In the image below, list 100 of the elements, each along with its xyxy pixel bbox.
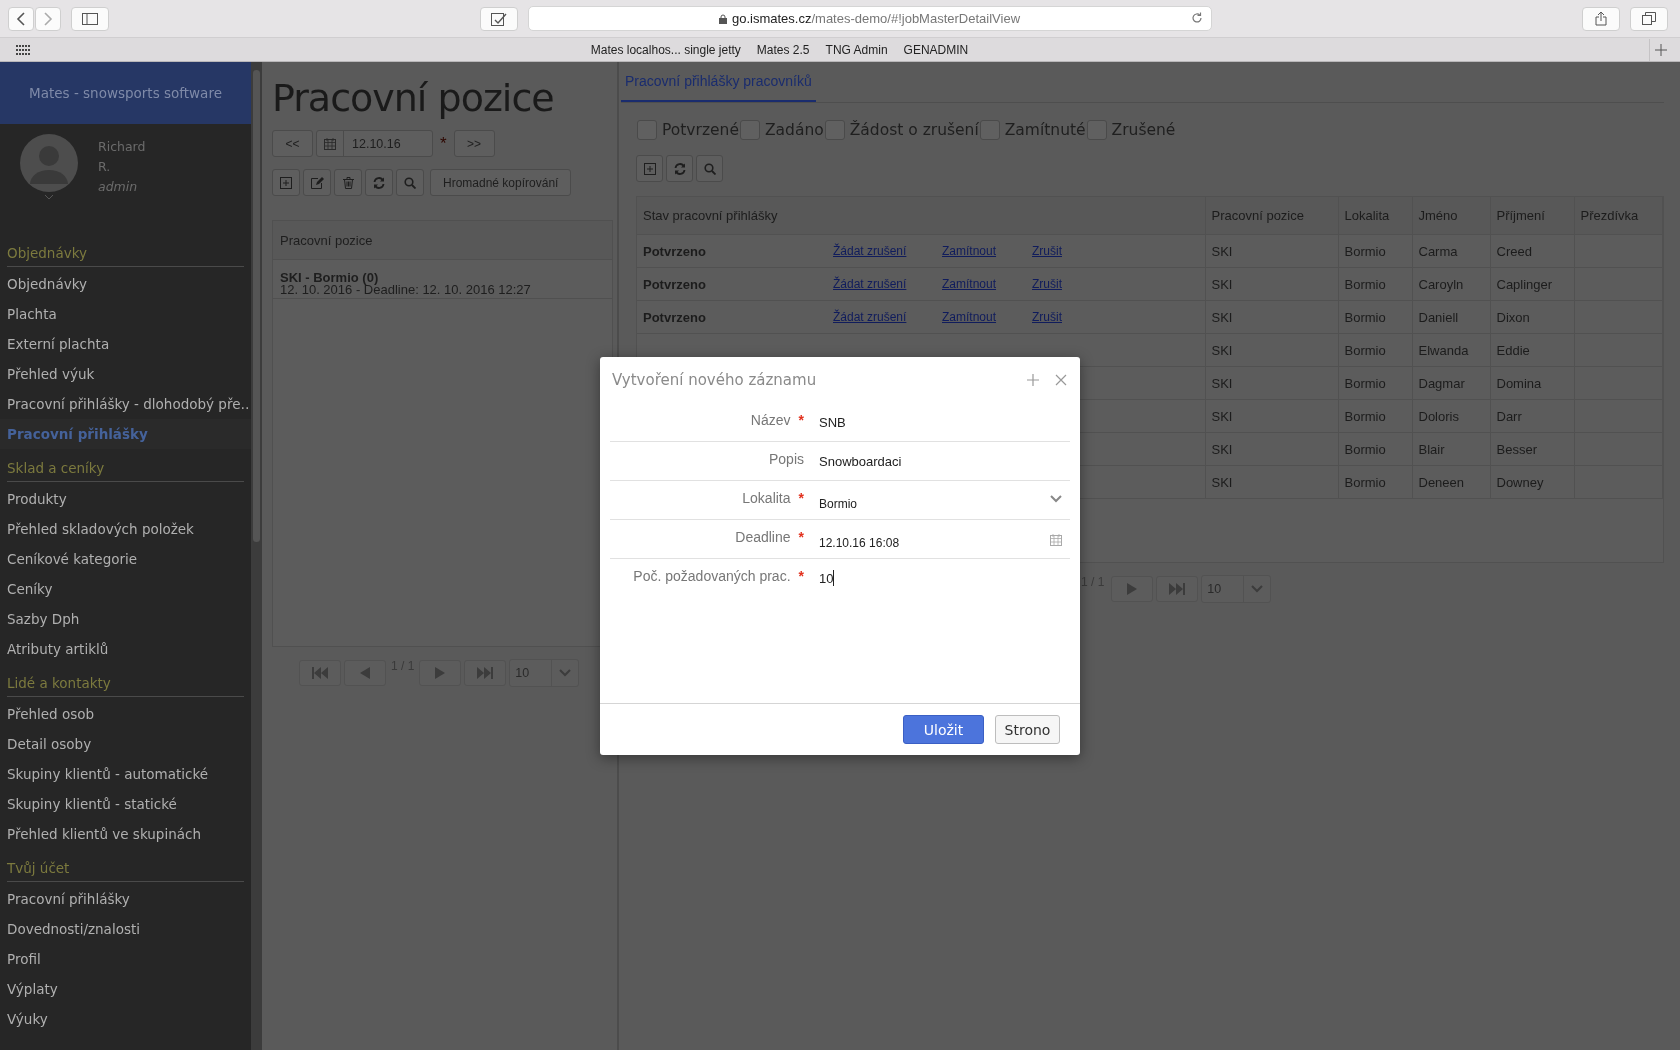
menu-item[interactable]: Ceníkové kategorie [7,544,244,574]
checkbox-label: Žádost o zrušení [849,120,979,139]
triangle-left-icon [360,667,370,679]
forward-button[interactable] [35,6,61,31]
next-page-button[interactable] [419,660,462,686]
refresh-button[interactable] [666,155,693,182]
last-page-button[interactable] [464,660,507,686]
menu-item[interactable]: Dovednosti/znalosti [7,914,244,944]
bookmark-link[interactable]: Mates localhos... single jetty [590,42,741,57]
dialog-title: Vytvoření nového záznamu [612,371,818,389]
back-button[interactable] [8,6,34,31]
field-label: Název * [750,412,804,428]
search-icon [404,176,416,189]
first-page-button[interactable] [299,660,341,686]
refresh-icon [673,162,686,175]
table-cell: Bormio [1338,300,1412,334]
menu-item[interactable]: Přehled klientů ve skupinách [7,819,244,849]
plus-square-icon [643,162,656,175]
bookmark-link[interactable]: TNG Admin [825,42,888,57]
add-button[interactable] [272,169,300,196]
field-label: Deadline * [735,529,804,545]
table-cell: Besser [1490,432,1574,466]
chevron-down-icon[interactable] [44,194,54,200]
plus-icon [1655,43,1667,56]
menu-item[interactable]: Objednávky [7,269,244,299]
edit-button[interactable] [303,169,331,196]
column-header: Stav pracovní přihlášky [637,197,1205,235]
sidebar-toggle-button[interactable] [71,6,109,31]
menu-item[interactable]: Sazby Dph [7,604,244,634]
save-button[interactable]: Uložit [903,715,984,744]
cancel-button[interactable]: Strono [995,715,1060,744]
input-field[interactable]: SNB [819,407,1070,437]
menu-item[interactable]: Pracovní přihlášky [7,884,244,914]
checkbox-label: Zadáno [764,120,824,139]
add-button[interactable] [636,155,663,182]
checkbox-label: Potvrzené [662,120,739,139]
close-icon[interactable] [1055,374,1067,386]
menu-item[interactable]: Detail osoby [7,729,244,759]
menu-item[interactable]: Skupiny klientů - statické [7,789,244,819]
menu-item[interactable]: Externí plachta [7,329,244,359]
menu-item[interactable]: Plachta [7,299,244,329]
table-cell: SKI [1205,366,1338,400]
field-label: Lokalita * [742,490,804,506]
menu-item[interactable]: Profil [7,944,244,974]
menu-section-title: Tvůj účet [7,855,244,882]
table-cell: Bormio [1338,366,1412,400]
search-button[interactable] [396,169,424,196]
bookmark-link[interactable]: GENADMIN [903,42,969,57]
table-cell: Blair [1412,432,1490,466]
checkbox-label: Zrušené [1111,120,1176,139]
menu-item[interactable]: Přehled skladových položek [7,514,244,544]
date-field[interactable]: 12.10.16 16:08 [819,524,1070,554]
table-cell: Eddie [1490,333,1574,367]
table-cell: Bormio [1338,267,1412,301]
edit-icon [310,176,324,189]
avatar [20,134,78,192]
menu-item[interactable]: Přehled výuk [7,359,244,389]
tabs-icon [1642,12,1656,25]
bookmark-link[interactable]: Mates 2.5 [756,42,810,57]
trash-icon [342,176,354,189]
plus-square-icon [280,176,292,189]
menu-item[interactable]: Výuky [7,1004,244,1034]
table-cell: Bormio [1338,333,1412,367]
select-field[interactable]: Bormio [819,485,1070,515]
menu-item[interactable]: Ceníky [7,574,244,604]
refresh-icon [373,176,385,189]
menu-item[interactable]: Atributy artiklů [7,634,244,664]
menu-item[interactable]: Produkty [7,484,244,514]
column-header: Lokalita [1338,197,1412,235]
search-button[interactable] [696,155,723,182]
table-cell: Dixon [1490,300,1574,334]
menu-item[interactable]: Přehled osob [7,699,244,729]
status-text: Potvrzeno [643,309,707,325]
delete-button[interactable] [334,169,362,196]
share-button[interactable] [1582,6,1620,31]
next-page-button[interactable] [1111,576,1154,602]
reload-icon[interactable] [1190,12,1203,24]
menu-section-title: Objednávky [7,240,244,267]
plus-icon[interactable] [1027,374,1039,386]
refresh-button[interactable] [365,169,393,196]
table-cell: Deneen [1412,465,1490,499]
input-field[interactable]: 10 [819,563,1070,593]
required-mark: * [440,133,447,154]
lock-icon [718,13,727,24]
app-title: Mates - snowsports software [29,85,222,101]
notes-button[interactable] [479,6,518,31]
table-cell: Caplinger [1490,267,1574,301]
table-cell: Creed [1490,234,1574,268]
input-field[interactable]: Snowboardaci [819,446,1070,476]
last-page-button[interactable] [1156,576,1199,602]
address-field[interactable]: go.ismates.cz/mates-demo/#!jobMasterDetailView [527,6,1212,31]
table-cell: SKI [1205,432,1338,466]
scrollbar-thumb[interactable] [253,70,260,542]
menu-item[interactable]: Výplaty [7,974,244,1004]
tabs-button[interactable] [1630,6,1668,31]
table-cell: Carma [1412,234,1490,268]
previous-page-button[interactable] [344,660,386,686]
column-header: Jméno [1412,197,1490,235]
menu-item[interactable]: Skupiny klientů - automatické [7,759,244,789]
grid-icon[interactable] [16,44,30,55]
